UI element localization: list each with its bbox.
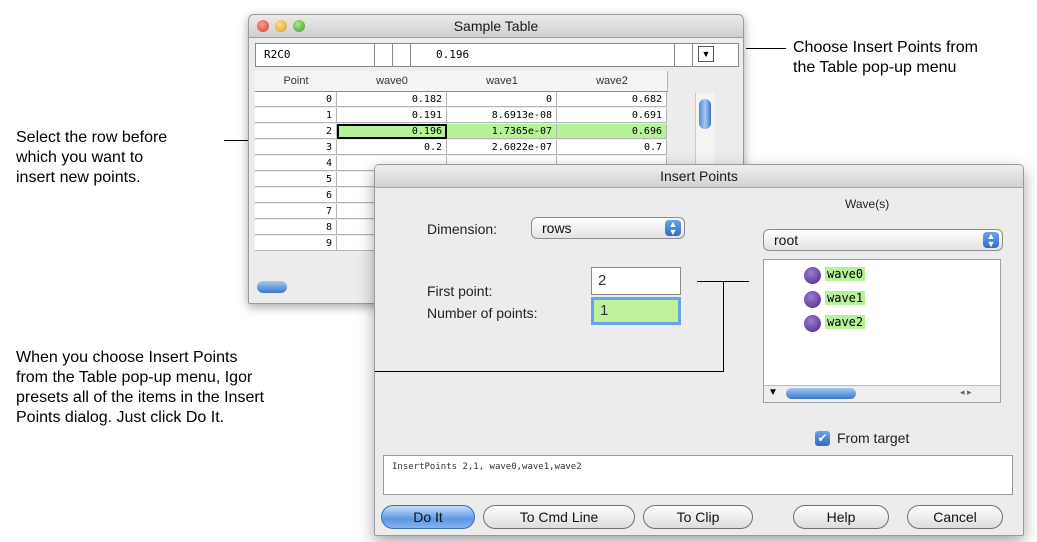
scroll-thumb[interactable] — [699, 99, 711, 129]
horizontal-scroll-thumb[interactable] — [257, 281, 287, 293]
annotation-line-1: When you choose Insert Points — [16, 349, 238, 366]
dialog-title: Insert Points — [660, 168, 738, 184]
help-button[interactable]: Help — [793, 505, 889, 529]
cell-id-label: R2C0 — [264, 48, 291, 61]
callout-line-menu — [746, 48, 786, 49]
entry-line[interactable]: R2C0 0.196 ▼ — [255, 43, 739, 67]
column-header[interactable]: Point — [255, 71, 338, 92]
annotation-line-2: which you want to — [16, 149, 144, 166]
title-bar: Sample Table — [249, 15, 743, 38]
column-header[interactable]: wave0 — [337, 71, 448, 92]
folder-value: root — [774, 232, 799, 248]
row-index-cell[interactable]: 7 — [255, 204, 337, 219]
row-index-cell[interactable]: 4 — [255, 156, 337, 171]
annotation-line-2: from the Table pop-up menu, Igor — [16, 369, 253, 386]
table-row[interactable]: 1 0.191 8.6913e-08 0.691 — [255, 108, 667, 124]
table-cell[interactable]: 0.2 — [337, 140, 447, 155]
column-header[interactable]: wave1 — [447, 71, 558, 92]
row-index-cell[interactable]: 8 — [255, 220, 337, 235]
wave-icon — [804, 291, 821, 308]
scroll-thumb[interactable] — [786, 388, 856, 399]
updown-arrows-icon: ▲ ▼ — [983, 232, 999, 249]
horizontal-scrollbar[interactable]: ▼ ◂ ▸ — [764, 385, 1000, 402]
row-index-cell[interactable]: 2 — [255, 124, 337, 139]
annotation-preset: When you choose Insert Points from the T… — [16, 348, 264, 428]
wave-name: wave0 — [825, 267, 866, 281]
row-index-cell[interactable]: 6 — [255, 188, 337, 203]
table-cell[interactable]: 0.691 — [557, 108, 667, 123]
dimension-popup[interactable]: rows ▲ ▼ — [531, 217, 685, 239]
wave-name: wave1 — [825, 291, 866, 305]
divider — [674, 44, 675, 66]
row-index-cell[interactable]: 3 — [255, 140, 337, 155]
table-cell[interactable]: 0.682 — [557, 92, 667, 107]
row-index-cell[interactable]: 9 — [255, 236, 337, 251]
dimension-value: rows — [542, 220, 572, 236]
wave-icon — [804, 267, 821, 284]
from-target-label: From target — [837, 430, 910, 446]
annotation-line-2: the Table pop-up menu — [793, 59, 957, 76]
waves-label: Wave(s) — [845, 197, 890, 211]
updown-arrows-icon: ▲ ▼ — [665, 220, 681, 237]
divider — [374, 44, 375, 66]
title-bar: Insert Points — [375, 165, 1023, 188]
annotation-select-row: Select the row before which you want to … — [16, 128, 167, 188]
annotation-line-3: insert new points. — [16, 169, 141, 186]
collapse-arrow-icon[interactable]: ▼ — [768, 387, 778, 398]
do-it-button[interactable]: Do It — [381, 505, 475, 529]
table-popup-menu-button[interactable]: ▼ — [698, 46, 714, 62]
annotation-line-3: presets all of the items in the Insert — [16, 389, 265, 406]
table-cell[interactable]: 0.182 — [337, 92, 447, 107]
number-of-points-label: Number of points: — [427, 305, 538, 321]
table-row[interactable]: 0 0.182 0 0.682 — [255, 92, 667, 108]
annotation-insert-menu: Choose Insert Points from the Table pop-… — [793, 38, 978, 78]
annotation-line-1: Choose Insert Points from — [793, 39, 978, 56]
table-cell[interactable]: 8.6913e-08 — [447, 108, 557, 123]
divider — [410, 44, 411, 66]
row-index-cell[interactable]: 0 — [255, 92, 337, 107]
insert-points-dialog: Insert Points Dimension: rows ▲ ▼ Wave(s)… — [374, 164, 1024, 536]
to-clip-button[interactable]: To Clip — [643, 505, 753, 529]
from-target-checkbox[interactable]: ✔ — [815, 431, 830, 446]
wave-icon — [804, 315, 821, 332]
entry-value[interactable]: 0.196 — [436, 48, 469, 61]
table-row[interactable]: 2 0.196 1.7365e-07 0.696 — [255, 124, 667, 140]
row-index-cell[interactable]: 5 — [255, 172, 337, 187]
wave-name: wave2 — [825, 315, 866, 329]
callout-line-vertical — [723, 281, 724, 371]
wave-list[interactable]: wave0 wave1 wave2 ▼ ◂ ▸ — [763, 259, 1001, 403]
cancel-button[interactable]: Cancel — [907, 505, 1003, 529]
table-cell[interactable]: 0 — [447, 92, 557, 107]
table-row[interactable]: 3 0.2 2.6022e-07 0.7 — [255, 140, 667, 156]
divider — [392, 44, 393, 66]
number-of-points-field[interactable]: 1 — [591, 297, 681, 325]
annotation-line-1: Select the row before — [16, 129, 168, 146]
divider — [692, 44, 693, 66]
scroll-arrows-icon[interactable]: ◂ ▸ — [960, 387, 972, 398]
command-preview: InsertPoints 2,1, wave0,wave1,wave2 — [383, 455, 1013, 495]
to-cmd-line-button[interactable]: To Cmd Line — [483, 505, 635, 529]
folder-popup[interactable]: root ▲ ▼ — [763, 229, 1003, 251]
first-point-label: First point: — [427, 283, 493, 299]
annotation-line-4: Points dialog. Just click Do It. — [16, 409, 225, 426]
table-cell[interactable]: 0.696 — [557, 124, 667, 139]
row-index-cell[interactable]: 1 — [255, 108, 337, 123]
first-point-field[interactable]: 2 — [591, 267, 681, 295]
table-cell[interactable]: 0.191 — [337, 108, 447, 123]
table-cell[interactable]: 2.6022e-07 — [447, 140, 557, 155]
column-header[interactable]: wave2 — [557, 71, 668, 92]
window-title: Sample Table — [453, 18, 539, 34]
table-cell[interactable]: 0.7 — [557, 140, 667, 155]
table-cell[interactable]: 1.7365e-07 — [447, 124, 557, 139]
table-cell[interactable]: 0.196 — [337, 124, 447, 139]
callout-line-preset — [375, 371, 724, 372]
dimension-label: Dimension: — [427, 221, 498, 237]
